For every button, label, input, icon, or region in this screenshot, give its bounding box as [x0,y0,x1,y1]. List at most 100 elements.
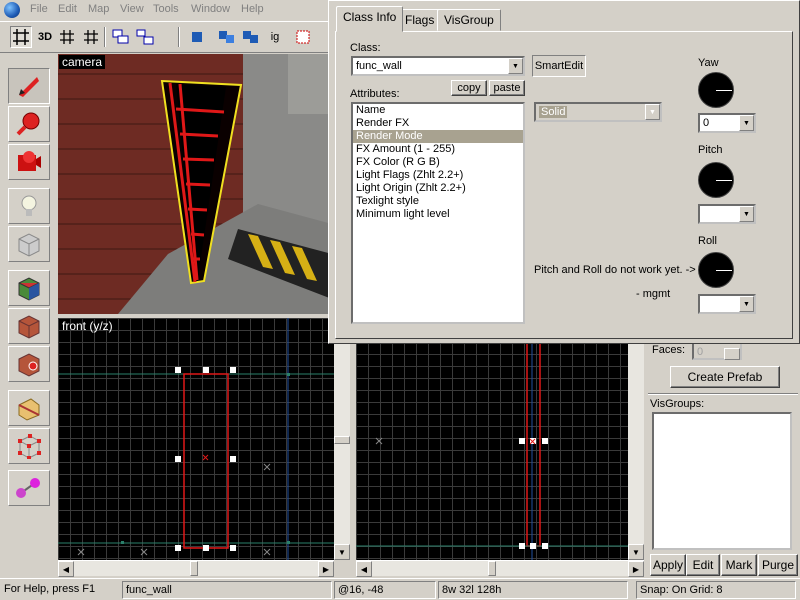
camera-tool-icon[interactable] [8,144,50,180]
entity-tool-icon[interactable] [8,188,50,224]
front-viewport-hscroll[interactable]: ◀ ▶ [58,560,334,577]
attribute-row[interactable]: Light Origin (Zhlt 2.2+) [353,182,523,195]
front-viewport-vscroll[interactable]: ▼ [334,318,350,560]
attribute-row[interactable]: Minimum light level [353,208,523,221]
ungroup-icon[interactable] [134,26,156,48]
chevron-down-icon: ▼ [739,296,754,312]
scroll-down-icon[interactable]: ▼ [334,544,350,560]
scroll-right-icon[interactable]: ▶ [318,561,334,577]
attribute-row[interactable]: Light Flags (Zhlt 2.2+) [353,169,523,182]
scroll-down-icon[interactable]: ▼ [628,544,644,560]
apply-button[interactable]: Apply [650,554,686,576]
tab-class-info[interactable]: Class Info [336,6,404,32]
apply-texture-icon[interactable] [8,308,50,344]
attributes-label: Attributes: [350,88,400,100]
menu-view[interactable]: View [120,3,144,15]
visgroups-list[interactable] [652,412,792,550]
edit-button[interactable]: Edit [686,554,720,576]
app-logo-icon [4,2,20,18]
tab-flags[interactable]: Flags [398,9,442,31]
mark-button[interactable]: Mark [721,554,757,576]
attributes-list[interactable]: Name Render FX Render Mode FX Amount (1 - 2… [351,102,525,324]
create-prefab-button[interactable]: Create Prefab [670,366,780,388]
selection-status: func_wall [122,581,332,599]
copy-button[interactable]: copy [451,80,487,96]
scroll-thumb[interactable] [190,561,198,576]
chevron-down-icon: ▼ [739,206,754,222]
chevron-down-icon: ▼ [508,58,523,74]
size-status: 8w 32l 128h [438,581,628,599]
side-viewport[interactable] [356,318,628,560]
group-icon[interactable] [110,26,132,48]
carve-icon[interactable] [292,26,314,48]
status-bar: For Help, press F1 func_wall @16, -48 8w… [0,578,800,600]
front-viewport[interactable]: front (y/z) [58,318,334,560]
faces-label: Faces: [652,344,686,356]
toolbar: 3D ig [0,21,330,53]
attribute-value-dropdown[interactable]: Solid ▼ [534,102,662,122]
menu-window[interactable]: Window [191,3,230,15]
attribute-row[interactable]: FX Amount (1 - 255) [353,143,523,156]
magnify-tool-icon[interactable] [8,106,50,142]
attribute-row[interactable]: Name [353,104,523,117]
grid-toggle-icon[interactable] [10,26,32,48]
yaw-dial[interactable] [698,72,734,108]
side-viewport-vscroll[interactable]: ▼ [628,318,644,560]
attribute-row[interactable]: Texlight style [353,195,523,208]
scroll-thumb[interactable] [488,561,496,576]
class-info-page: Class: func_wall ▼ SmartEdit Attributes: … [335,31,793,339]
clip-tool-icon[interactable] [8,390,50,426]
scroll-thumb[interactable] [334,436,350,444]
smartedit-toggle[interactable]: SmartEdit [532,55,586,77]
selection-tool-icon[interactable] [8,68,50,104]
texture-application-icon[interactable] [8,270,50,306]
menu-tools[interactable]: Tools [153,3,179,15]
decal-tool-icon[interactable] [8,346,50,382]
3d-grid-button[interactable]: 3D [34,26,56,48]
coords-status: @16, -48 [334,581,436,599]
scroll-left-icon[interactable]: ◀ [58,561,74,577]
chevron-down-icon: ▼ [645,104,660,120]
menu-file[interactable]: File [30,3,48,15]
class-dropdown[interactable]: func_wall ▼ [351,56,525,76]
pitch-dial[interactable] [698,162,734,198]
tab-visgroup[interactable]: VisGroup [437,9,501,31]
grid-larger-icon[interactable] [80,26,102,48]
scroll-left-icon[interactable]: ◀ [356,561,372,577]
snap-status: Snap: On Grid: 8 [636,581,796,599]
block-tool-icon[interactable] [8,226,50,262]
side-viewport-hscroll[interactable]: ◀ ▶ [356,560,644,577]
chevron-down-icon: ▼ [739,115,754,131]
spin-icon[interactable] [724,348,740,360]
vertex-tool-icon[interactable] [8,428,50,464]
attribute-row[interactable]: Render Mode [353,130,523,143]
note-signature: - mgmt [636,288,671,300]
attribute-row[interactable]: Render FX [353,117,523,130]
roll-dial[interactable] [698,252,734,288]
show-all-icon[interactable] [240,26,262,48]
camera-viewport[interactable]: camera [58,54,332,314]
menu-map[interactable]: Map [88,3,109,15]
pitch-dropdown[interactable]: ▼ [698,204,756,224]
ignore-grouping-button[interactable]: ig [264,26,286,48]
pitch-label: Pitch [698,144,723,156]
front-viewport-label: front (y/z) [62,319,113,333]
path-tool-icon[interactable] [8,470,50,506]
menu-edit[interactable]: Edit [58,3,77,15]
attribute-row[interactable]: FX Color (R G B) [353,156,523,169]
class-label: Class: [350,42,381,54]
scroll-right-icon[interactable]: ▶ [628,561,644,577]
roll-dropdown[interactable]: ▼ [698,294,756,314]
hide-selected-icon[interactable] [216,26,238,48]
purge-button[interactable]: Purge [758,554,798,576]
menu-help[interactable]: Help [241,3,264,15]
grid-smaller-icon[interactable] [56,26,78,48]
paste-button[interactable]: paste [489,80,525,96]
yaw-dropdown[interactable]: 0 ▼ [698,113,756,133]
hide-objects-icon[interactable] [186,26,208,48]
yaw-label: Yaw [698,57,719,69]
help-hint: For Help, press F1 [4,583,96,595]
object-panel: Faces: 0 Create Prefab VisGroups: Apply … [646,340,800,580]
pitch-roll-note: Pitch and Roll do not work yet. -> [534,264,696,276]
roll-label: Roll [698,235,717,247]
